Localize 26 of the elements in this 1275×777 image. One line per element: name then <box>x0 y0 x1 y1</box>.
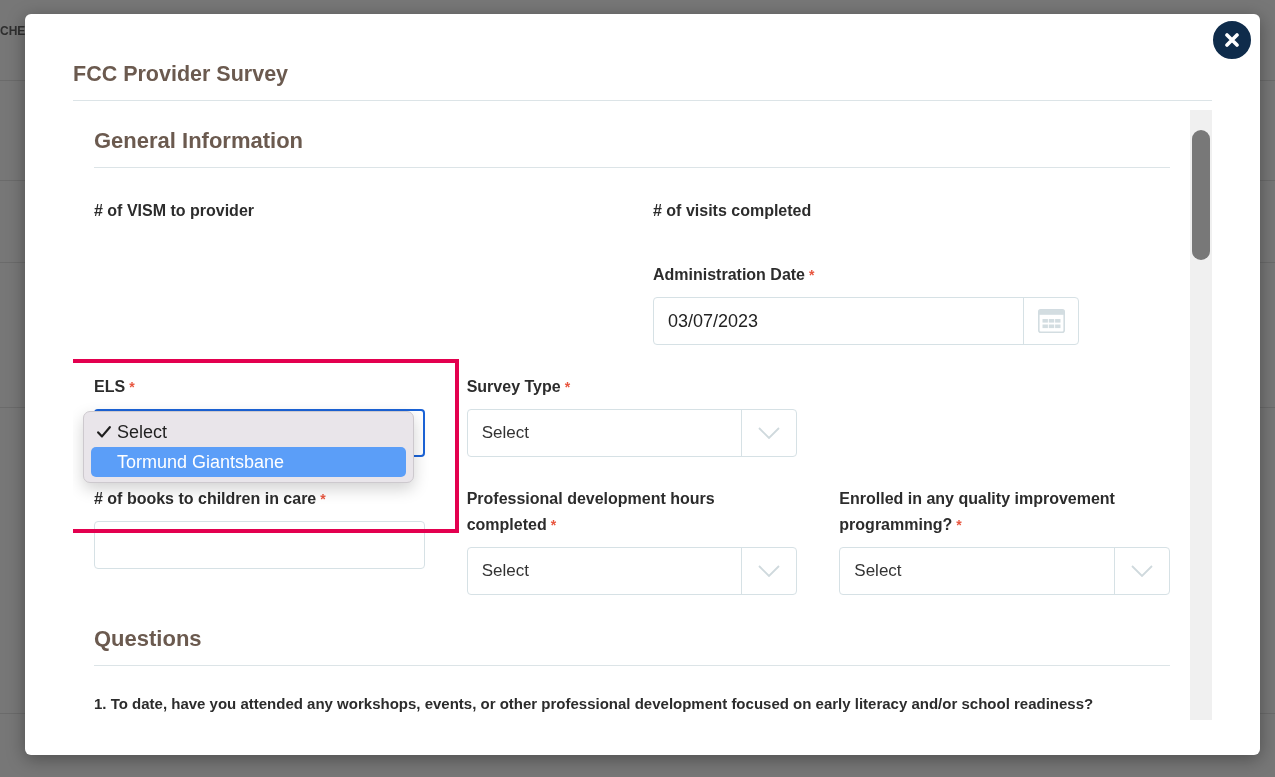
chevron-down-icon <box>758 565 781 577</box>
checkmark-icon <box>97 426 111 438</box>
date-field[interactable]: 03/07/2023 <box>653 297 1079 345</box>
close-icon <box>1225 33 1239 47</box>
field-label: Enrolled in any quality improvement programming? * <box>839 489 1116 535</box>
text-input[interactable] <box>94 521 425 569</box>
select-field[interactable]: Select <box>466 547 798 595</box>
section-heading: General Information <box>94 127 304 155</box>
scrollbar-thumb[interactable] <box>1192 130 1210 260</box>
chevron-down-icon <box>758 427 781 439</box>
page-heading-fragment: CHE <box>0 24 26 38</box>
field-label: # of visits completed <box>653 201 812 221</box>
question-text: 1. To date, have you attended any workshops, events, or other professional development focused on early literacy and/or school readiness? <box>94 694 1095 714</box>
select-field[interactable]: Select <box>839 547 1170 595</box>
field-label: Professional development hours completed * <box>466 489 716 535</box>
select-field[interactable]: Select <box>466 409 798 457</box>
field-label: # of VISM to provider <box>94 201 254 221</box>
field-label: ELS * <box>94 377 135 397</box>
section-heading: Questions <box>94 625 202 653</box>
field-label: # of books to children in care * <box>94 489 326 509</box>
field-label: Survey Type * <box>466 377 571 397</box>
dropdown-option[interactable]: Select <box>91 417 406 447</box>
calendar-icon <box>1037 309 1065 333</box>
field-label: Administration Date * <box>653 265 815 285</box>
chevron-down-icon <box>1131 565 1153 577</box>
dialog-title: FCC Provider Survey <box>73 61 289 88</box>
